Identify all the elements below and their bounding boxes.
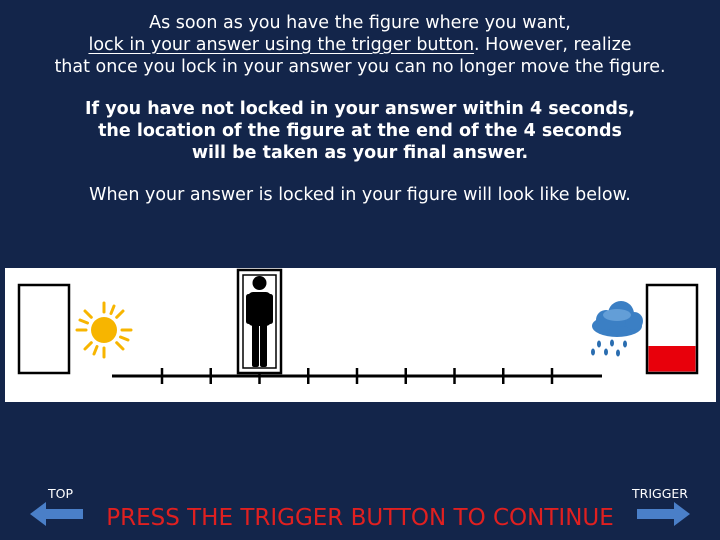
instruction-line-1: As soon as you have the figure where you… xyxy=(149,13,571,33)
sun-icon xyxy=(75,301,133,359)
instructions-text: As soon as you have the figure where you… xyxy=(0,12,720,206)
forward-arrow-icon[interactable] xyxy=(637,502,692,526)
example-scale-panel xyxy=(5,268,716,402)
continue-prompt[interactable]: PRESS THE TRIGGER BUTTON TO CONTINUE xyxy=(0,503,720,533)
warning-line-2: the location of the figure at the end of… xyxy=(98,121,622,141)
instruction-underlined-phrase: lock in your answer using the trigger bu… xyxy=(88,35,475,55)
warning-line-1: If you have not locked in your answer wi… xyxy=(85,99,635,119)
top-label: TOP xyxy=(48,486,74,501)
trigger-label: TRIGGER xyxy=(632,486,688,501)
left-meter xyxy=(17,283,71,375)
locked-figure xyxy=(236,268,283,375)
rain-cloud-icon xyxy=(591,301,643,357)
warning-line-3: will be taken as your final answer. xyxy=(191,143,529,163)
instruction-line-3: that once you lock in your answer you ca… xyxy=(54,57,666,77)
meter-fill xyxy=(648,346,696,372)
instruction-line-2-rest: . However, realize xyxy=(474,35,632,55)
instruction-line-2: lock in your answer using the trigger bu… xyxy=(0,34,720,56)
instruction-note: When your answer is locked in your figur… xyxy=(89,185,631,205)
bold-warning: If you have not locked in your answer wi… xyxy=(0,98,720,164)
scale-illustration xyxy=(17,268,699,384)
right-meter xyxy=(645,283,699,375)
